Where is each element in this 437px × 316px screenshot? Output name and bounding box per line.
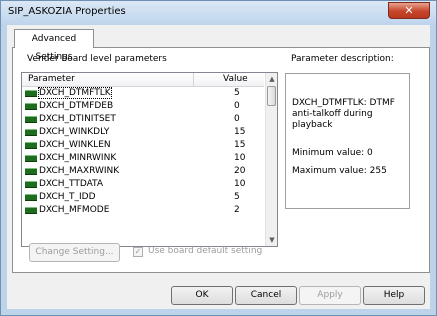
parameter-value: 0 xyxy=(234,101,240,111)
use-board-default-checkbox[interactable]: ✓ xyxy=(133,247,143,257)
parameter-name: DXCH_TTDATA xyxy=(39,179,104,189)
list-item[interactable]: DXCH_WINKLEN 15 xyxy=(22,139,264,152)
chip-icon xyxy=(25,155,37,162)
parameter-value: 20 xyxy=(234,166,246,176)
list-item[interactable]: DXCH_T_IDD 5 xyxy=(22,191,264,204)
ok-button[interactable]: OK xyxy=(171,286,233,305)
tab-advanced-settings[interactable]: Advanced Settings xyxy=(14,29,94,62)
chip-icon xyxy=(25,181,37,188)
parameter-name: DXCH_MFMODE xyxy=(39,205,110,215)
parameter-name: DXCH_DTINITSET xyxy=(39,114,116,124)
parameter-name: DXCH_MINRWINK xyxy=(39,153,117,163)
parameter-value: 10 xyxy=(234,179,246,189)
change-setting-button[interactable]: Change Setting... xyxy=(29,243,120,262)
parameter-name: DXCH_DTMFDEB xyxy=(39,101,114,111)
chip-icon xyxy=(25,103,37,110)
parameter-value: 15 xyxy=(234,127,246,137)
parameter-value: 2 xyxy=(234,205,240,215)
column-header-parameter[interactable]: Parameter xyxy=(28,74,75,84)
title-bar: SIP_ASKOZIA Properties ✕ xyxy=(1,1,436,25)
parameter-value: 0 xyxy=(234,114,240,124)
parameter-value: 15 xyxy=(234,140,246,150)
window-title: SIP_ASKOZIA Properties xyxy=(8,6,126,17)
parameter-name: DXCH_WINKLEN xyxy=(39,140,111,150)
chip-icon xyxy=(25,142,37,149)
list-item[interactable]: DXCH_DTMFTLK 5 xyxy=(22,87,264,100)
list-item[interactable]: DXCH_WINKDLY 15 xyxy=(22,126,264,139)
properties-dialog: SIP_ASKOZIA Properties ✕ Advanced Settin… xyxy=(0,0,437,316)
list-item[interactable]: DXCH_DTMFDEB 0 xyxy=(22,100,264,113)
list-item[interactable]: DXCH_DTINITSET 0 xyxy=(22,113,264,126)
parameter-name: DXCH_T_IDD xyxy=(39,192,96,202)
use-board-default-label: Use board default setting xyxy=(148,246,263,256)
list-header: Parameter Value xyxy=(22,73,264,87)
chip-icon xyxy=(25,207,37,214)
parameter-name: DXCH_WINKDLY xyxy=(39,127,110,137)
list-item[interactable]: DXCH_MFMODE 2 xyxy=(22,204,264,217)
parameter-name: DXCH_MAXRWINK xyxy=(39,166,120,176)
chip-icon xyxy=(25,194,37,201)
parameter-value: 10 xyxy=(234,153,246,163)
help-button[interactable]: Help xyxy=(363,286,425,305)
chip-icon xyxy=(25,129,37,136)
maximum-value-text: Maximum value: 255 xyxy=(292,166,387,176)
cancel-button[interactable]: Cancel xyxy=(235,286,297,305)
parameter-value: 5 xyxy=(234,192,240,202)
chip-icon xyxy=(25,116,37,123)
column-separator[interactable] xyxy=(193,73,194,86)
dialog-client-area: Advanced Settings Vender board level par… xyxy=(7,25,430,309)
scroll-up-icon[interactable]: ▲ xyxy=(266,73,277,85)
close-button[interactable]: ✕ xyxy=(388,2,430,19)
list-item[interactable]: DXCH_MAXRWINK 20 xyxy=(22,165,264,178)
vertical-scrollbar[interactable]: ▲ ▼ xyxy=(265,73,277,246)
parameter-value: 5 xyxy=(234,88,240,98)
scroll-thumb[interactable] xyxy=(267,86,276,106)
list-item[interactable]: DXCH_MINRWINK 10 xyxy=(22,152,264,165)
parameter-name: DXCH_DTMFTLK xyxy=(38,87,112,99)
chip-icon xyxy=(25,90,37,97)
parameter-description-text: DXCH_DTMFTLK: DTMF anti-talkoff during p… xyxy=(292,98,395,130)
chip-icon xyxy=(25,168,37,175)
description-group-label: Parameter description: xyxy=(291,54,394,64)
column-header-value[interactable]: Value xyxy=(223,74,248,84)
apply-button[interactable]: Apply xyxy=(299,286,361,305)
list-item[interactable]: DXCH_TTDATA 10 xyxy=(22,178,264,191)
description-box: DXCH_DTMFTLK: DTMF anti-talkoff during p… xyxy=(285,73,410,209)
parameter-list[interactable]: Parameter Value DXCH_DTMFTLK 5 DXCH_DTMF… xyxy=(21,72,278,247)
scroll-down-icon[interactable]: ▼ xyxy=(266,234,277,246)
minimum-value-text: Minimum value: 0 xyxy=(292,148,373,158)
